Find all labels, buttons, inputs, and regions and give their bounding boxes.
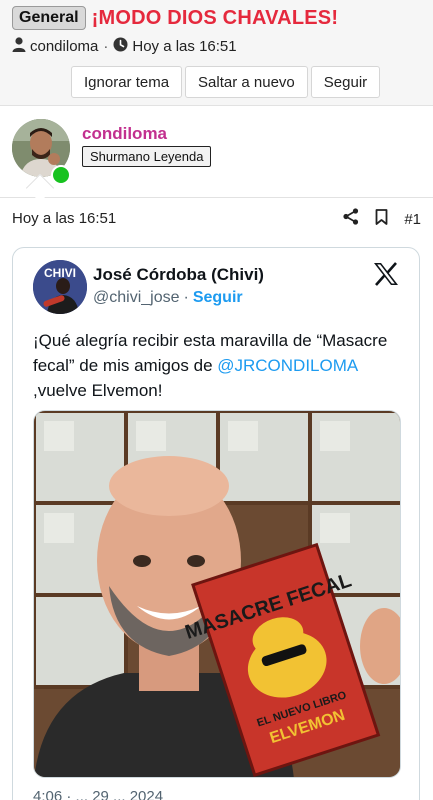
- category-badge[interactable]: General: [12, 6, 86, 30]
- ignore-thread-button[interactable]: Ignorar tema: [71, 66, 183, 98]
- user-icon: [12, 37, 26, 56]
- thread-title[interactable]: ¡MODO DIOS CHAVALES!: [92, 7, 339, 30]
- post-meta: Hoy a las 16:51 #1: [0, 198, 433, 238]
- tweet-photo[interactable]: MASACRE FECAL EL NUEVO LIBRO ELVEMON: [33, 410, 401, 778]
- x-logo-icon[interactable]: [373, 262, 399, 291]
- clock-icon: [113, 37, 128, 56]
- post-actions: #1: [327, 208, 421, 230]
- embedded-tweet[interactable]: CHIVI José Córdoba (Chivi) @chivi_jose ·…: [12, 247, 420, 800]
- user-rank-badge: Shurmano Leyenda: [82, 146, 212, 167]
- thread-header: General ¡MODO DIOS CHAVALES! condiloma ·…: [0, 0, 433, 106]
- tweet-avatar-text: CHIVI: [44, 266, 76, 280]
- thread-controls: Ignorar tema Saltar a nuevo Seguir: [71, 66, 383, 98]
- meta-separator: ·: [103, 38, 109, 55]
- post-time[interactable]: Hoy a las 16:51: [12, 210, 116, 227]
- thread-author[interactable]: condiloma: [30, 38, 98, 55]
- tweet-text-end: ,vuelve Elvemon!: [33, 381, 163, 400]
- tweet-follow-link[interactable]: Seguir: [193, 289, 243, 307]
- title-row: General ¡MODO DIOS CHAVALES!: [12, 6, 338, 30]
- tweet-separator: ·: [183, 289, 189, 306]
- tweet-avatar[interactable]: CHIVI: [33, 260, 87, 314]
- post-author-block: condiloma Shurmano Leyenda: [0, 107, 433, 197]
- post-number[interactable]: #1: [404, 211, 421, 228]
- bookmark-icon[interactable]: [375, 208, 388, 230]
- tweet-date[interactable]: 4:06 · ... 29 ... 2024: [33, 788, 163, 800]
- tweet-mention-link[interactable]: @JRCONDILOMA: [217, 356, 357, 375]
- tweet-text: ¡Qué alegría recibir esta maravilla de “…: [33, 328, 403, 403]
- thread-time: Hoy a las 16:51: [132, 38, 237, 55]
- jump-to-new-button[interactable]: Saltar a nuevo: [185, 66, 308, 98]
- tweet-handle[interactable]: @chivi_jose: [93, 289, 180, 307]
- online-status-dot: [51, 165, 71, 185]
- tweet-author-name[interactable]: José Córdoba (Chivi): [93, 265, 264, 285]
- follow-thread-button[interactable]: Seguir: [310, 66, 381, 98]
- share-icon[interactable]: [343, 208, 359, 230]
- tweet-handle-row: @chivi_jose · Seguir: [93, 289, 243, 307]
- post-author-name[interactable]: condiloma: [82, 124, 167, 144]
- thread-meta: condiloma · Hoy a las 16:51: [12, 37, 237, 56]
